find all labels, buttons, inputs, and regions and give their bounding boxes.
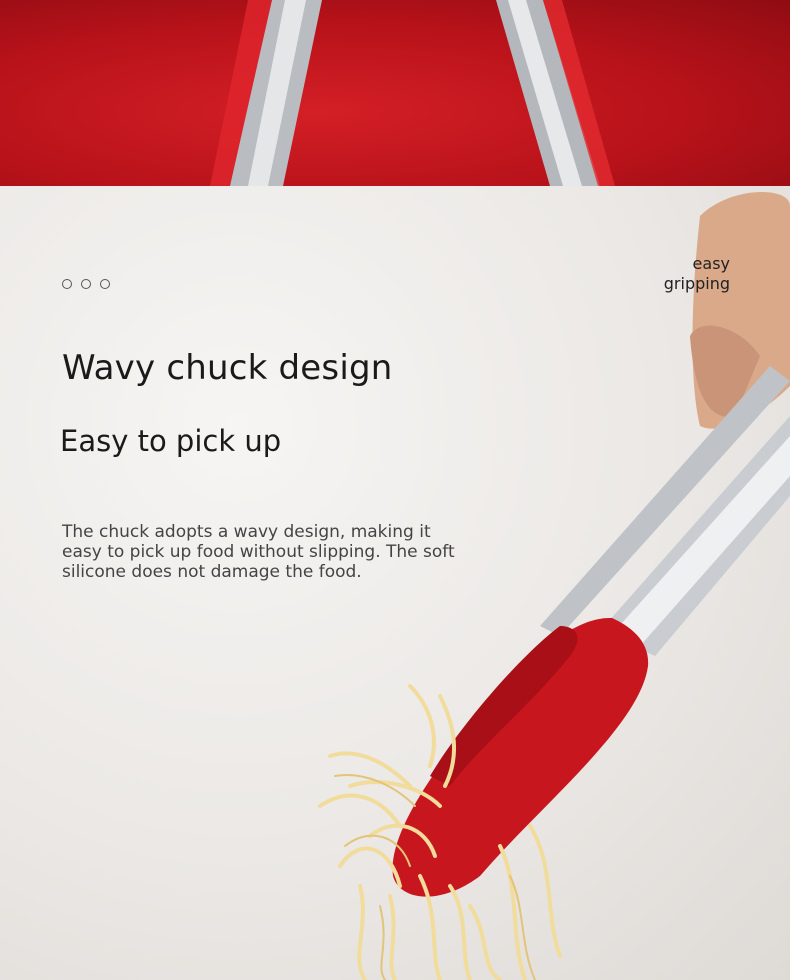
feature-tag-line2: gripping [663, 274, 730, 293]
indicator-dot [100, 279, 110, 289]
carousel-indicator [62, 279, 110, 289]
description-text: The chuck adopts a wavy design, making i… [62, 522, 455, 582]
headline-title: Wavy chuck design [62, 348, 393, 388]
indicator-dot [62, 279, 72, 289]
tongs-top-illustration [210, 0, 615, 186]
top-banner-image [0, 0, 790, 186]
feature-tag: easy gripping [664, 254, 730, 294]
headline-subtitle: Easy to pick up [60, 424, 282, 458]
tongs-with-pasta-illustration [318, 192, 790, 980]
feature-tag-line1: easy [692, 254, 730, 273]
indicator-dot [81, 279, 91, 289]
product-photo-panel [0, 186, 790, 980]
